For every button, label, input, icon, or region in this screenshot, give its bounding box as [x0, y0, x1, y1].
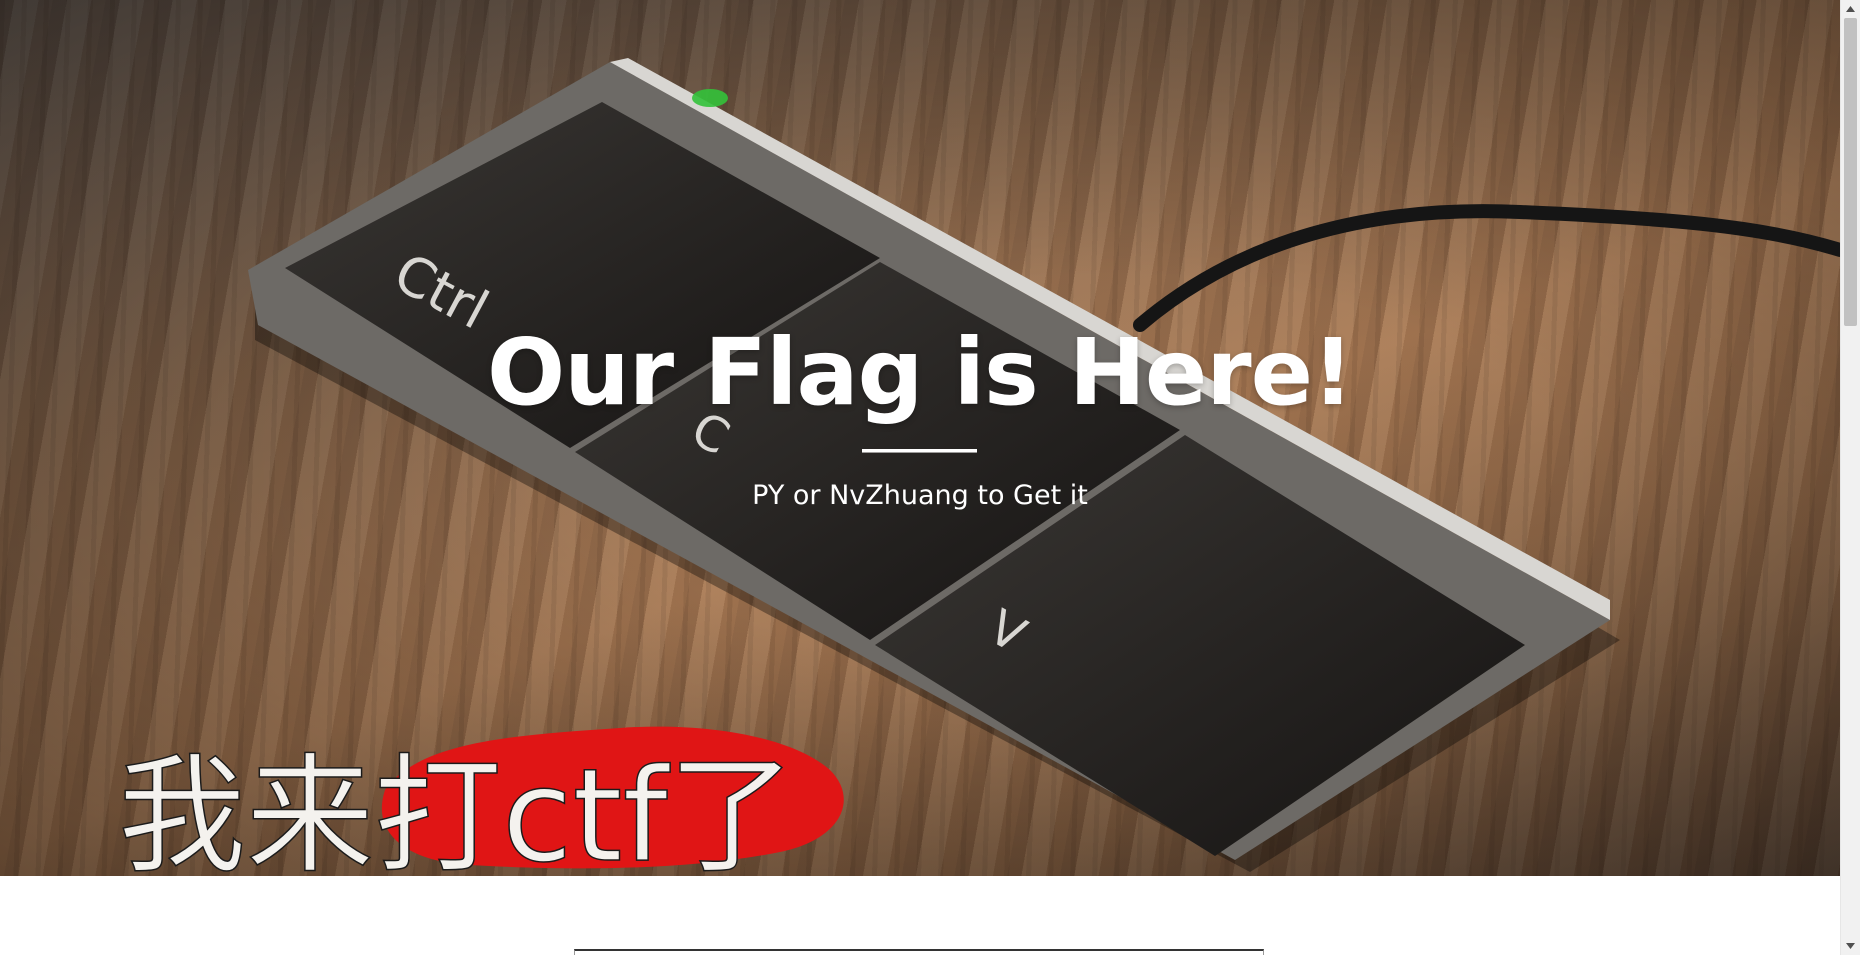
triangle-up-icon [1846, 6, 1855, 12]
content-box-top [574, 949, 1264, 955]
page: Ctrl C V 我来打ctf了 Our Flag is Here! PY or… [0, 0, 1840, 955]
scroll-down-button[interactable] [1841, 937, 1860, 955]
scroll-up-button[interactable] [1841, 0, 1860, 18]
hero-divider [862, 449, 977, 453]
vertical-scrollbar[interactable] [1840, 0, 1860, 955]
scrollbar-thumb[interactable] [1844, 18, 1857, 326]
hero-content: Our Flag is Here! PY or NvZhuang to Get … [0, 0, 1840, 876]
hero-title: Our Flag is Here! [487, 319, 1354, 426]
hero-subtitle: PY or NvZhuang to Get it [752, 480, 1088, 511]
triangle-down-icon [1846, 943, 1855, 949]
hero-banner: Ctrl C V 我来打ctf了 Our Flag is Here! PY or… [0, 0, 1840, 876]
